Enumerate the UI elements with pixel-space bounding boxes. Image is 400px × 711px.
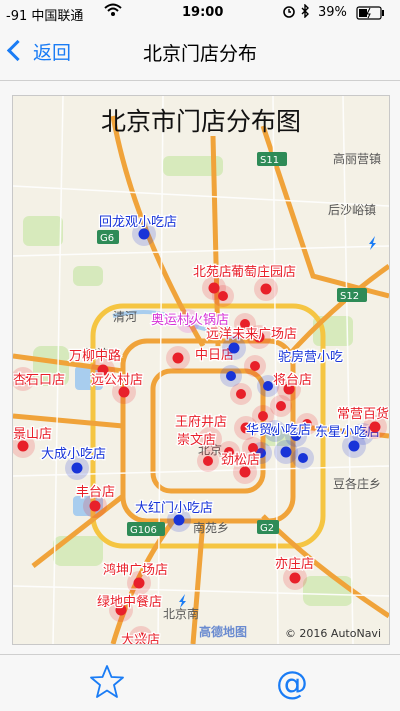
tab-bar: @	[0, 654, 400, 711]
tab-favorites[interactable]	[88, 663, 128, 703]
store-map[interactable]: S11 G6 S12 G106 G2 清河 海淀 北京 高丽营镇 后沙峪镇 豆各庄乡 南苑乡 北京南 …	[12, 95, 390, 645]
store-label[interactable]: 崇文店	[176, 432, 218, 450]
bluetooth-icon	[300, 3, 310, 22]
store-label[interactable]: 远公村店	[90, 372, 145, 390]
svg-text:@: @	[276, 664, 308, 702]
store-label[interactable]: 王府井店	[174, 414, 229, 432]
district-label: 南苑乡	[193, 520, 229, 535]
store-label[interactable]: 万柳中路	[68, 347, 123, 366]
store-label[interactable]: 大兴店	[120, 632, 162, 644]
store-label[interactable]: 亦庄店	[274, 555, 316, 574]
road-shield: G6	[97, 230, 119, 244]
alarm-icon	[282, 4, 296, 22]
store-label[interactable]: 北苑店	[192, 264, 234, 282]
store-marker[interactable]	[166, 346, 190, 370]
map-title: 北京市门店分布图	[100, 107, 301, 136]
store-marker[interactable]	[197, 450, 219, 472]
road-shield: S11	[257, 152, 287, 166]
road-shield: S12	[337, 288, 367, 302]
district-label: 北京南	[163, 606, 199, 621]
road-shield: G106	[127, 522, 165, 536]
store-marker[interactable]	[244, 355, 266, 377]
store-marker[interactable]	[220, 365, 242, 387]
store-label[interactable]: 华贸小吃店	[245, 421, 313, 440]
page-title: 北京门店分布	[142, 43, 257, 65]
battery-percent: 39%	[318, 5, 347, 20]
store-label[interactable]: 远洋未来广场店	[205, 326, 299, 344]
svg-text:S12: S12	[340, 291, 359, 302]
navigation-bar: 返回 北京门店分布	[0, 26, 400, 81]
store-label[interactable]: 丰台店	[75, 484, 117, 502]
store-label[interactable]: 奥运村火锅店	[150, 311, 231, 330]
district-label: 清河	[113, 310, 137, 324]
svg-text:S11: S11	[260, 155, 279, 166]
map-logo: 高德地图	[199, 625, 248, 639]
store-label[interactable]: 大成小吃店	[40, 445, 108, 464]
store-label[interactable]: 葡萄庄园店	[230, 263, 298, 282]
signal-carrier: -91 中国联通	[6, 9, 84, 24]
svg-text:G6: G6	[100, 233, 114, 244]
at-icon: @	[276, 664, 308, 702]
store-label[interactable]: 绿地中餐店	[96, 593, 164, 612]
road-shield: G2	[257, 520, 279, 534]
store-label[interactable]: 劲松店	[220, 452, 262, 470]
store-label[interactable]: 景山店	[13, 426, 53, 444]
district-label: 后沙峪镇	[328, 203, 376, 217]
store-label[interactable]: 常营百货	[336, 405, 389, 424]
svg-text:G2: G2	[260, 523, 274, 534]
store-label[interactable]: 鸿坤广场店	[102, 561, 170, 580]
wifi-icon	[104, 3, 122, 21]
store-label[interactable]: 驼房营小吃	[277, 348, 345, 367]
store-label[interactable]: 将台店	[272, 372, 314, 390]
district-label: 高丽营镇	[333, 151, 381, 166]
store-label[interactable]: 回龙观小吃店	[98, 213, 179, 232]
tab-contact[interactable]: @	[272, 663, 312, 703]
store-label[interactable]: 杏石口店	[13, 372, 66, 390]
svg-text:G106: G106	[130, 525, 157, 536]
store-marker[interactable]	[222, 336, 246, 360]
map-canvas[interactable]: S11G6S12G106 G2 清河海淀北京高丽营镇后沙峪镇豆各庄乡南苑乡北京南 …	[13, 96, 389, 644]
status-bar: -91 中国联通 19:00 39%	[0, 0, 400, 26]
star-icon	[90, 665, 124, 698]
store-label[interactable]: 大红门小吃店	[134, 499, 215, 518]
battery-icon	[356, 6, 386, 24]
map-copyright: © 2016 AutoNavi	[284, 627, 381, 640]
store-marker[interactable]	[254, 277, 278, 301]
clock-time: 19:00	[182, 5, 224, 20]
district-label: 豆各庄乡	[333, 476, 381, 491]
store-marker[interactable]	[274, 440, 298, 464]
